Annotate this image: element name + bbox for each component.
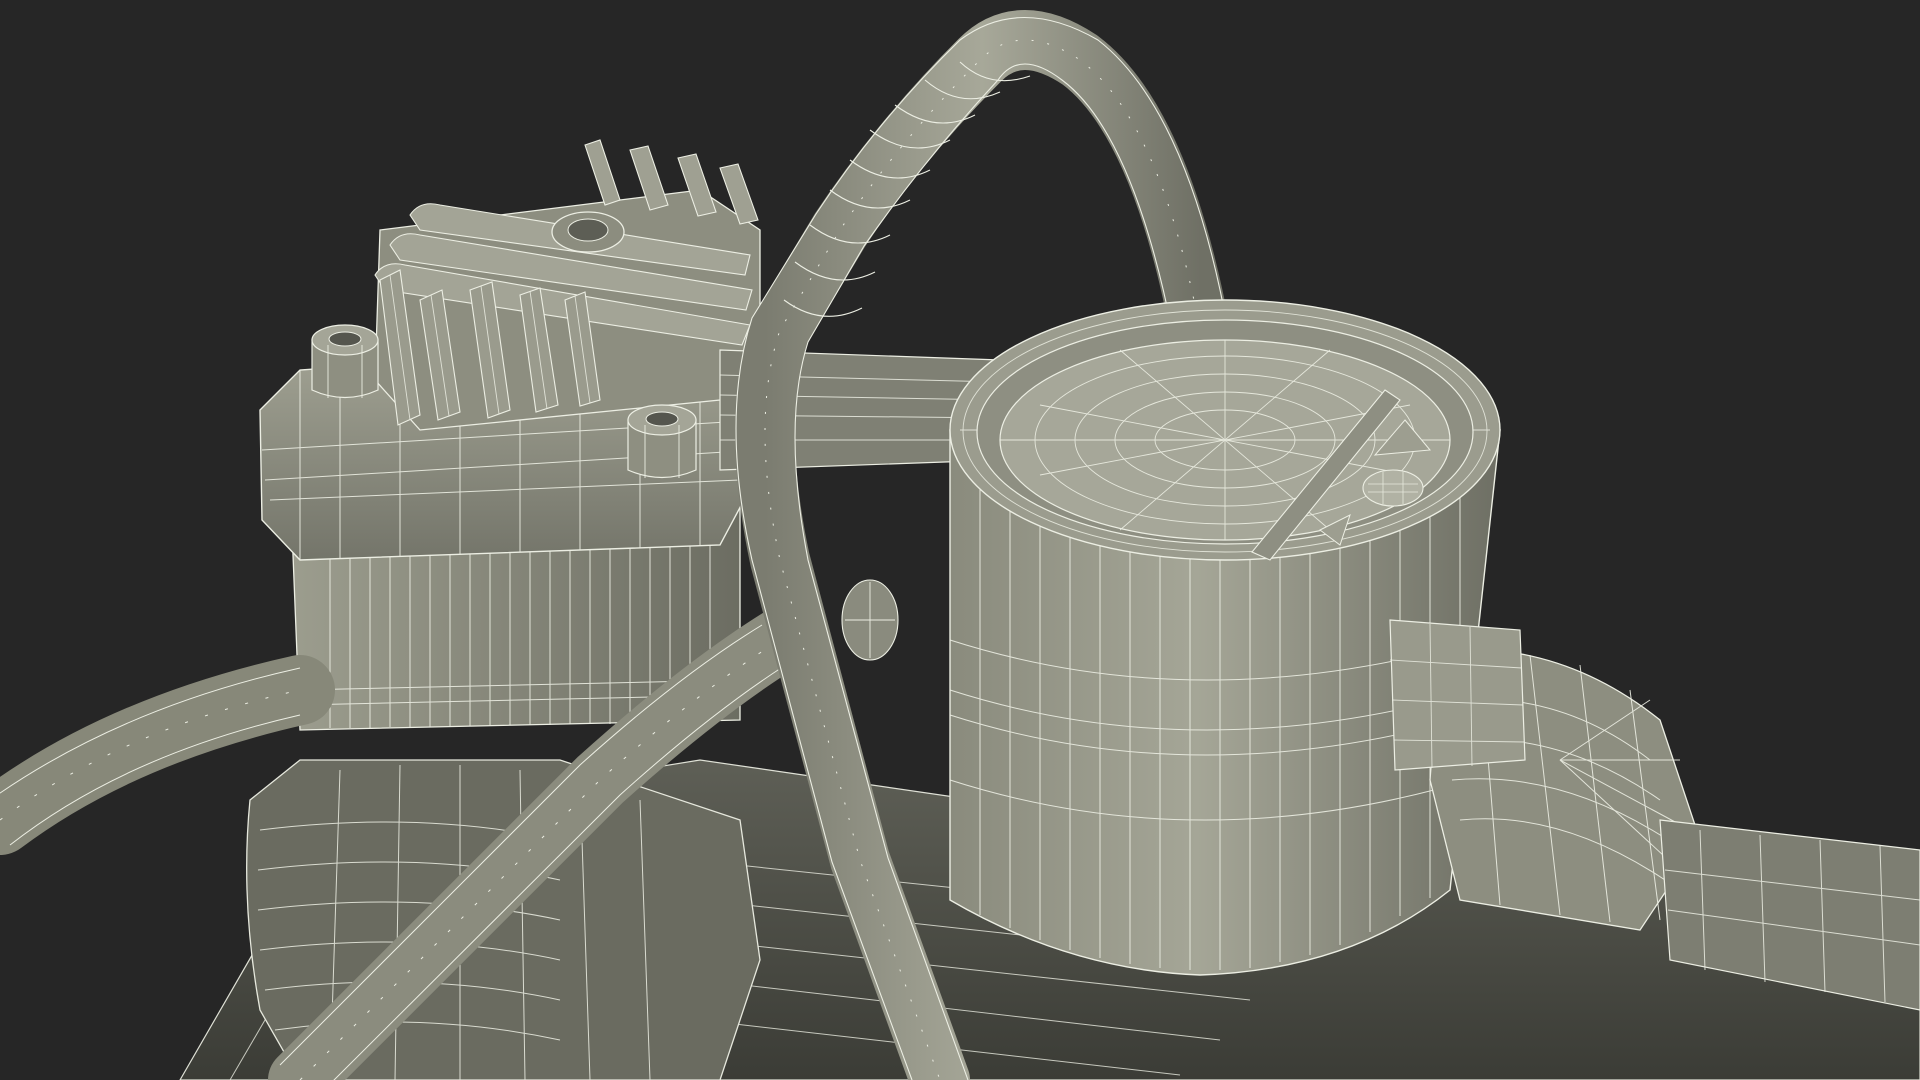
cooling-fins	[374, 139, 761, 431]
wireframe-render	[0, 10, 1920, 1080]
render-viewport	[0, 0, 1920, 1080]
side-cap	[841, 579, 899, 661]
